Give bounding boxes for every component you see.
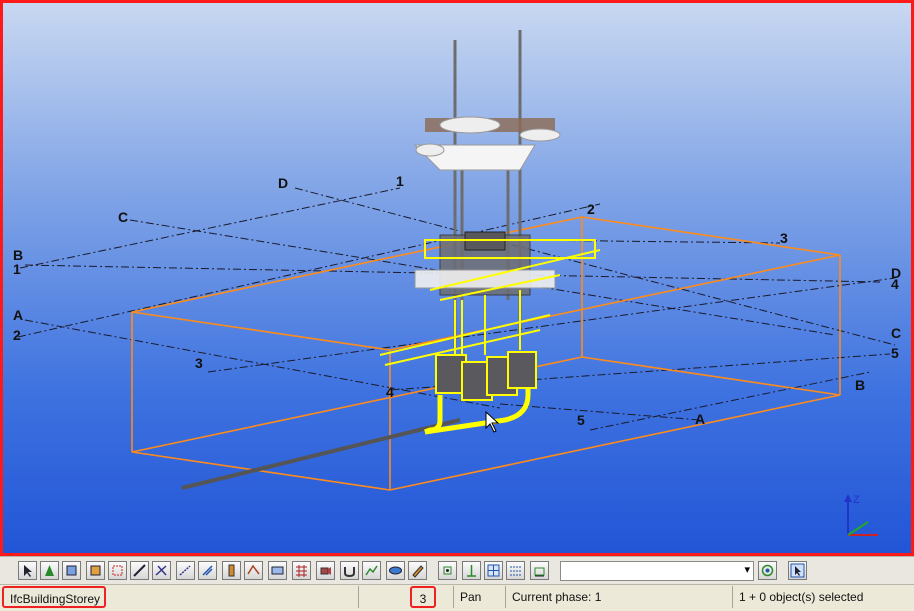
grid-label-1: 1 — [396, 173, 404, 189]
status-spacer — [358, 586, 408, 608]
status-mode: Pan — [453, 586, 505, 608]
model-scene[interactable]: D 1 C B 1 A 2 2 3 3 D 4 C 5 B 4 5 A Z — [3, 3, 911, 553]
grid-label-A: A — [13, 307, 23, 323]
column-icon[interactable] — [198, 561, 217, 580]
cut-plane-icon[interactable] — [152, 561, 171, 580]
cone-icon[interactable] — [40, 561, 59, 580]
camera-icon[interactable] — [292, 561, 311, 580]
vertical-rods — [453, 30, 522, 350]
selected-tanks — [435, 351, 537, 401]
grid-icon[interactable] — [268, 561, 287, 580]
grid-label-2: 2 — [587, 201, 595, 217]
select-icon[interactable] — [18, 561, 37, 580]
status-phase: Current phase: 1 — [505, 586, 730, 608]
cup-icon[interactable] — [316, 561, 335, 580]
pointer-icon[interactable] — [788, 561, 807, 580]
slab-icon[interactable] — [244, 561, 263, 580]
grid-label-B-right: B — [855, 377, 865, 393]
beam-icon[interactable] — [222, 561, 241, 580]
draw-icon[interactable] — [408, 561, 427, 580]
grid-label-3: 3 — [780, 230, 788, 246]
measure-icon[interactable] — [176, 561, 195, 580]
view-toolbar: ▾ — [0, 556, 914, 585]
pen-icon[interactable] — [386, 561, 405, 580]
box-view-icon[interactable] — [86, 561, 105, 580]
axis-triad-icon: Z — [844, 494, 878, 536]
snap-mid-icon[interactable] — [462, 561, 481, 580]
status-bar: IfcBuildingStorey 3 Pan Current phase: 1… — [0, 584, 914, 611]
grid-label-1-left: 1 — [13, 261, 21, 277]
grid-label-2-left: 2 — [13, 327, 21, 343]
terrain-icon[interactable] — [340, 561, 359, 580]
snap-end-icon[interactable] — [438, 561, 457, 580]
front-view-icon[interactable] — [62, 561, 81, 580]
plane-icon[interactable] — [130, 561, 149, 580]
grid-label-5-right: 5 — [891, 345, 899, 361]
status-object-type: IfcBuildingStorey — [2, 586, 106, 608]
grid-label-C-right: C — [891, 325, 901, 341]
grid-view-icon[interactable] — [108, 561, 127, 580]
grid-label-D: D — [278, 175, 288, 191]
long-pipe — [181, 418, 461, 490]
chevron-down-icon[interactable]: ▾ — [744, 563, 750, 576]
model-3d-viewport[interactable]: D 1 C B 1 A 2 2 3 3 D 4 C 5 B 4 5 A Z — [0, 0, 914, 556]
grid-label-3-mid: 3 — [195, 355, 203, 371]
grid-label-4-mid: 4 — [386, 384, 394, 400]
grid-label-A-right: A — [695, 411, 705, 427]
mouse-cursor — [485, 410, 500, 433]
grid-label-5-mid: 5 — [577, 412, 585, 428]
view-list-icon[interactable] — [758, 561, 777, 580]
snap-point-icon[interactable] — [506, 561, 525, 580]
ceiling-fixtures — [413, 116, 561, 171]
view-select-dropdown[interactable]: ▾ — [560, 561, 754, 581]
snap-line-icon[interactable] — [530, 561, 549, 580]
svg-text:Z: Z — [853, 494, 860, 506]
status-count-badge: 3 — [410, 586, 436, 608]
grid-label-4-right: 4 — [891, 276, 899, 292]
status-selection: 1 + 0 object(s) selected — [732, 586, 914, 608]
surface-icon[interactable] — [362, 561, 381, 580]
snap-grid-icon[interactable] — [484, 561, 503, 580]
grid-label-C: C — [118, 209, 128, 225]
